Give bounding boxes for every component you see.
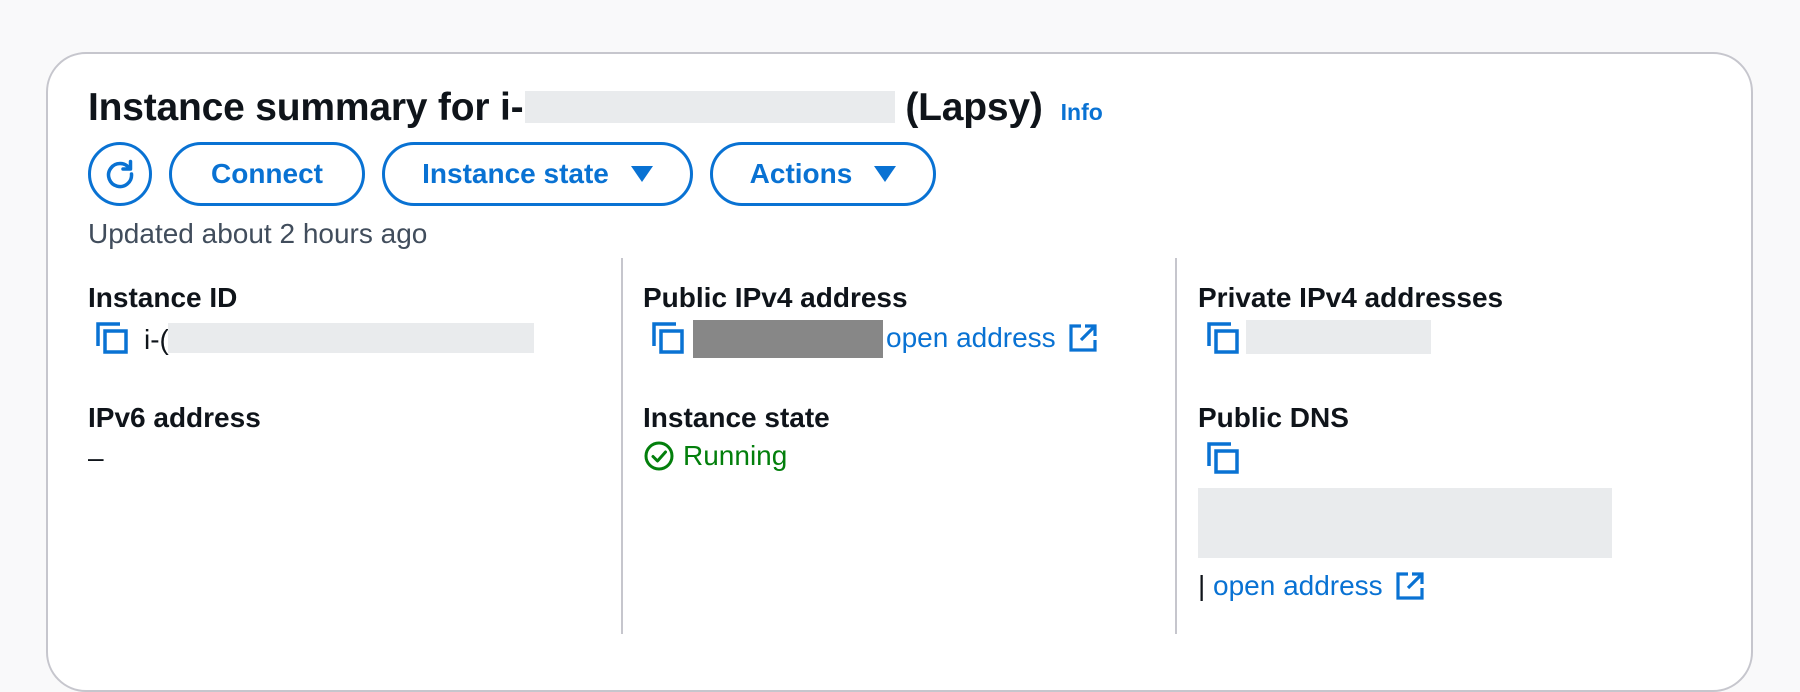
redacted-public-ip (693, 320, 883, 358)
success-check-icon (644, 441, 674, 471)
summary-header: Instance summary for i- (Lapsy) Info (88, 86, 1103, 130)
ipv6-value: – (88, 442, 104, 473)
connect-button[interactable]: Connect (169, 142, 365, 206)
public-dns-separator: | (1198, 570, 1206, 601)
actions-dropdown-label: Actions (749, 158, 853, 189)
caret-down-icon (874, 166, 897, 182)
refresh-icon (106, 159, 134, 189)
page-title: Instance summary for i- (Lapsy) (88, 86, 1043, 130)
external-link-icon (1396, 572, 1424, 600)
redacted-instance-id (525, 90, 896, 123)
instance-state-value: Running (683, 440, 788, 471)
instance-state-status: Running (643, 440, 787, 472)
redacted-public-dns (1198, 488, 1612, 558)
column-divider (1175, 258, 1177, 634)
redacted-private-ip (1246, 320, 1431, 354)
instance-state-dropdown-label: Instance state (422, 158, 609, 189)
redacted-instance-id-value (168, 323, 534, 353)
public-dns-open-address-link[interactable]: open address (1213, 570, 1425, 602)
private-ipv4-label: Private IPv4 addresses (1198, 282, 1504, 313)
copy-icon[interactable] (1205, 440, 1241, 476)
summary-toolbar: Connect Instance state Actions (88, 142, 936, 206)
public-ipv4-open-address-link[interactable]: open address (886, 322, 1098, 354)
instance-state-dropdown[interactable]: Instance state (382, 142, 693, 206)
title-prefix: Instance summary for i- (88, 86, 524, 129)
open-address-label: open address (1213, 570, 1383, 601)
caret-down-icon (630, 166, 653, 182)
column-divider (621, 258, 623, 634)
instance-id-label: Instance ID (88, 282, 238, 313)
ipv6-label: IPv6 address (88, 402, 261, 433)
info-link[interactable]: Info (1061, 99, 1103, 126)
external-link-icon (1069, 324, 1097, 352)
public-ipv4-label: Public IPv4 address (643, 282, 908, 313)
copy-icon[interactable] (1205, 320, 1241, 356)
copy-icon[interactable] (650, 320, 686, 356)
actions-dropdown[interactable]: Actions (710, 142, 936, 206)
public-dns-label: Public DNS (1198, 402, 1349, 433)
copy-icon[interactable] (94, 320, 130, 356)
instance-id-value: i-( (144, 324, 169, 355)
instance-state-label: Instance state (643, 402, 830, 433)
refresh-button[interactable] (88, 142, 152, 206)
title-suffix: (Lapsy) (905, 86, 1043, 129)
open-address-label: open address (886, 322, 1056, 353)
last-updated-text: Updated about 2 hours ago (88, 218, 428, 249)
